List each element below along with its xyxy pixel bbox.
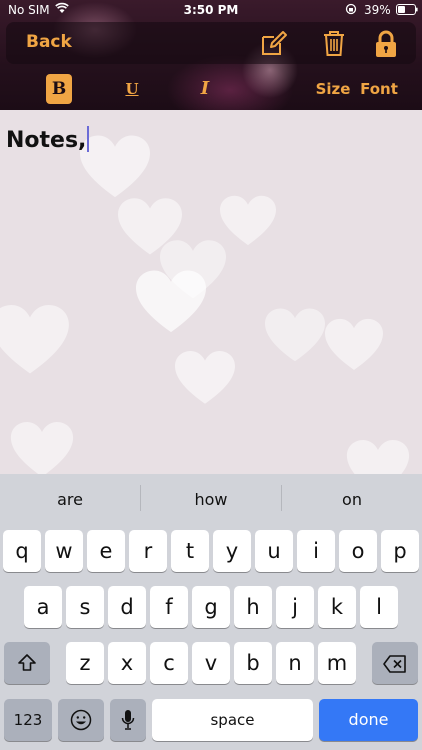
format-toolbar: B U I Size Font [0,70,422,106]
predictive-bar: are how on [0,474,422,524]
heart-decoration [175,351,235,404]
heart-decoration [346,440,410,474]
key-j[interactable]: j [276,586,314,628]
note-text-content: Notes, [6,128,87,153]
back-button[interactable]: Back [26,32,72,52]
status-bar: No SIM 3:50 PM 39% [0,0,422,20]
key-r[interactable]: r [129,530,167,572]
key-e[interactable]: e [87,530,125,572]
delete-key[interactable] [372,642,418,684]
done-key[interactable]: done [319,699,418,741]
emoji-icon [70,709,92,731]
italic-button[interactable]: I [193,74,217,104]
key-b[interactable]: b [234,642,272,684]
key-t[interactable]: t [171,530,209,572]
note-editor[interactable]: Notes, [0,110,422,474]
bold-button[interactable]: B [46,74,72,104]
battery-percent: 39% [364,3,391,17]
lock-icon[interactable] [371,28,401,58]
key-q[interactable]: q [3,530,41,572]
underline-button[interactable]: U [120,74,144,104]
suggestion-3[interactable]: on [282,474,422,524]
key-p[interactable]: p [381,530,419,572]
suggestion-2[interactable]: how [141,474,281,524]
header-area: No SIM 3:50 PM 39% Back B U I Size Font [0,0,422,110]
key-h[interactable]: h [234,586,272,628]
trash-icon[interactable] [319,28,349,58]
note-text[interactable]: Notes, [6,126,90,153]
emoji-key[interactable] [58,699,104,741]
key-d[interactable]: d [108,586,146,628]
key-y[interactable]: y [213,530,251,572]
key-c[interactable]: c [150,642,188,684]
key-z[interactable]: z [66,642,104,684]
key-m[interactable]: m [318,642,356,684]
key-g[interactable]: g [192,586,230,628]
size-button[interactable]: Size [313,74,353,104]
clock: 3:50 PM [183,3,239,17]
shift-icon [18,654,36,671]
backspace-icon [383,655,406,673]
heart-decoration [10,422,74,474]
heart-decoration [220,195,276,246]
key-i[interactable]: i [297,530,335,572]
shift-key[interactable] [4,642,50,684]
key-k[interactable]: k [318,586,356,628]
battery-icon [396,4,418,15]
dictation-key[interactable] [110,699,146,741]
heart-decoration [265,308,325,362]
key-x[interactable]: x [108,642,146,684]
heart-decoration [325,318,383,370]
heart-decoration [0,305,69,374]
key-o[interactable]: o [339,530,377,572]
orientation-lock-icon [345,3,357,15]
key-n[interactable]: n [276,642,314,684]
key-w[interactable]: w [45,530,83,572]
space-key[interactable]: space [152,699,313,741]
key-f[interactable]: f [150,586,188,628]
key-u[interactable]: u [255,530,293,572]
key-v[interactable]: v [192,642,230,684]
keyboard: are how on q w e r t y u i o p a s d f g… [0,474,422,750]
navigation-bar: Back [6,22,416,64]
key-s[interactable]: s [66,586,104,628]
heart-decoration [80,135,150,198]
font-button[interactable]: Font [359,74,399,104]
heart-decoration [136,270,206,333]
key-a[interactable]: a [24,586,62,628]
key-l[interactable]: l [360,586,398,628]
suggestion-1[interactable]: are [0,474,140,524]
text-caret [87,126,90,152]
microphone-icon [121,710,135,730]
edit-icon[interactable] [259,28,289,58]
numbers-key[interactable]: 123 [4,699,52,741]
